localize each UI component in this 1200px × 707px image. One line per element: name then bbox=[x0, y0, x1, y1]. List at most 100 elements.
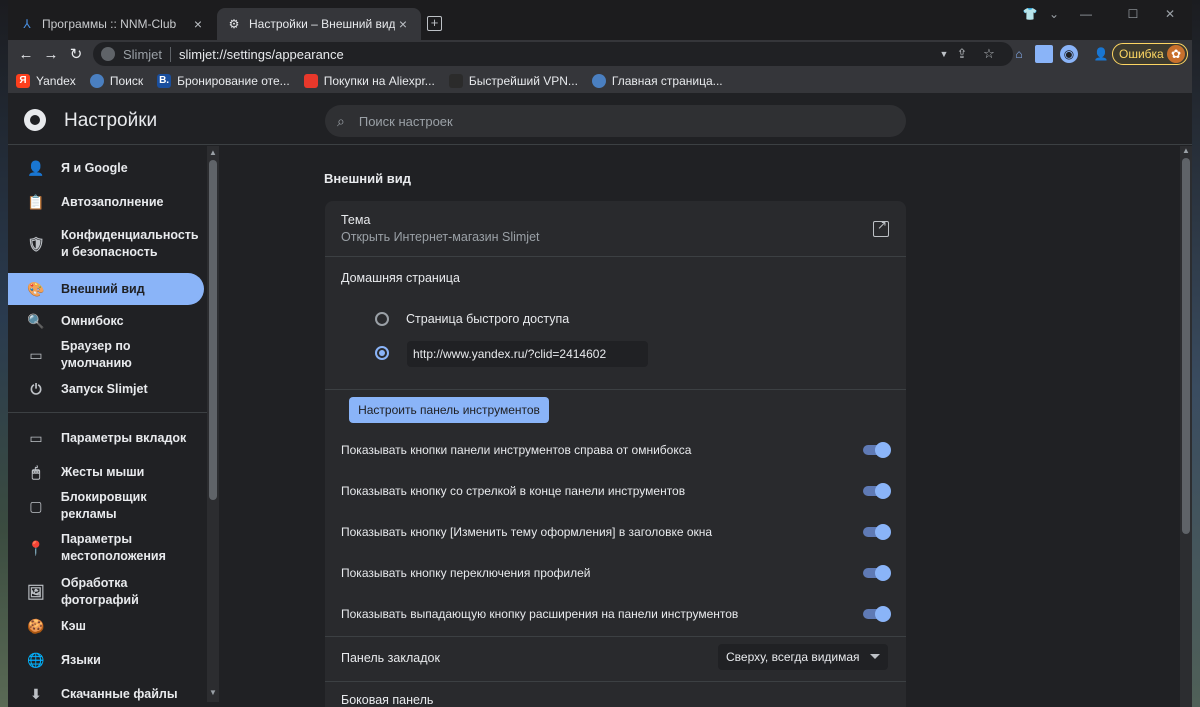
scrollbar-thumb[interactable] bbox=[209, 160, 217, 500]
sidebar-item[interactable]: 🎨 Внешний вид bbox=[8, 273, 204, 305]
reload-button[interactable]: ↻ bbox=[66, 44, 86, 64]
caret-down-icon bbox=[870, 654, 880, 659]
sidebar-item[interactable]: 🌐 Языки bbox=[8, 646, 204, 674]
bookmark-item[interactable]: B. Бронирование оте... bbox=[157, 73, 290, 88]
bookmark-item[interactable]: Быстрейший VPN... bbox=[448, 73, 578, 88]
maximize-button[interactable]: ☐ bbox=[1119, 4, 1147, 24]
extension-icon[interactable]: ◉ bbox=[1060, 45, 1078, 63]
radio-custom-url[interactable] bbox=[375, 346, 389, 360]
bookmark-label: Бронирование оте... bbox=[177, 73, 290, 88]
toggle-label: Показывать кнопки панели инструментов сп… bbox=[341, 443, 692, 457]
sidebar-item[interactable]: 👤 Я и Google bbox=[8, 154, 204, 182]
error-label: Ошибка bbox=[1119, 47, 1164, 61]
forward-button[interactable]: → bbox=[41, 44, 61, 64]
booking-icon: B. bbox=[157, 73, 172, 88]
close-icon[interactable]: × bbox=[395, 16, 411, 32]
bookmark-item[interactable]: Главная страница... bbox=[591, 73, 723, 88]
scroll-up-arrow-icon[interactable]: ▲ bbox=[1180, 146, 1192, 155]
divider bbox=[325, 681, 906, 682]
omnibox[interactable]: Slimjet slimjet://settings/appearance bbox=[93, 42, 1013, 66]
sidebar-item-label: Я и Google bbox=[61, 160, 128, 175]
theme-sub[interactable]: Открыть Интернет-магазин Slimjet bbox=[341, 230, 540, 244]
toggle-switch[interactable] bbox=[863, 565, 891, 581]
window-icon: ▢ bbox=[29, 497, 43, 514]
sidebar-divider bbox=[8, 412, 208, 413]
close-window-button[interactable]: ✕ bbox=[1156, 4, 1184, 24]
gear-icon: ⚙ bbox=[228, 17, 240, 31]
bookmark-label: Yandex bbox=[36, 73, 76, 88]
home-icon[interactable]: ⌂ bbox=[1010, 45, 1028, 63]
bookmark-item[interactable]: Поиск bbox=[89, 73, 144, 88]
sidebar-item[interactable]: 📍 Параметры местоположения bbox=[8, 526, 204, 570]
minimize-button[interactable]: — bbox=[1072, 4, 1100, 24]
error-button[interactable]: Ошибка ✿ bbox=[1112, 43, 1188, 65]
sidebar-item-label: Скачанные файлы bbox=[61, 686, 178, 701]
bookmark-item[interactable]: Покупки на Aliexpr... bbox=[303, 73, 435, 88]
toggle-switch[interactable] bbox=[863, 483, 891, 499]
bookmarks-bar-select[interactable]: Сверху, всегда видимая bbox=[718, 644, 888, 670]
search-input[interactable] bbox=[358, 113, 906, 129]
share-icon[interactable]: ⇪ bbox=[952, 44, 972, 64]
back-button[interactable]: ← bbox=[16, 44, 36, 64]
sidebar-item[interactable]: ▭ Браузер по умолчанию bbox=[8, 339, 204, 370]
desktop-background-right bbox=[1192, 0, 1200, 707]
new-tab-button[interactable]: + bbox=[427, 16, 442, 31]
sidebar-scrollbar[interactable]: ▲ ▼ bbox=[207, 146, 219, 702]
main-scrollbar[interactable]: ▲ bbox=[1180, 146, 1192, 707]
tab-settings[interactable]: ⚙ Настройки – Внешний вид × bbox=[217, 8, 421, 40]
radio-quick-access[interactable] bbox=[375, 312, 389, 326]
bookmark-label: Покупки на Aliexpr... bbox=[323, 73, 435, 88]
sidebar-item[interactable]: 🖼 Обработка фотографий bbox=[8, 576, 204, 607]
external-link-icon[interactable] bbox=[873, 218, 889, 237]
palette-icon: 🎨 bbox=[27, 280, 45, 297]
select-value: Сверху, всегда видимая bbox=[726, 650, 860, 664]
side-panel-icon[interactable] bbox=[1035, 45, 1053, 63]
sidebar-item[interactable]: ⏻ Запуск Slimjet bbox=[8, 375, 204, 403]
sidebar-item[interactable]: ▢ Блокировщик рекламы bbox=[8, 490, 204, 521]
profile-icon[interactable]: 👤 bbox=[1092, 45, 1110, 63]
toggle-switch[interactable] bbox=[863, 606, 891, 622]
sidebar-item-label: Параметры вкладок bbox=[61, 430, 187, 445]
scrollbar-thumb[interactable] bbox=[1182, 158, 1190, 534]
toggle-row: Показывать кнопку со стрелкой в конце па… bbox=[341, 481, 891, 501]
sidebar-item[interactable]: 🛡 Конфиденциальность и безопасность bbox=[8, 222, 204, 266]
sidebar: 👤 Я и Google 📋 Автозаполнение 🛡 Конфиденциаль… bbox=[8, 146, 208, 707]
scroll-up-arrow-icon[interactable]: ▲ bbox=[207, 148, 219, 157]
tab-strip: ⅄ Программы :: NNM-Club × ⚙ Настройки – … bbox=[8, 0, 1192, 40]
tab-nnm-club[interactable]: ⅄ Программы :: NNM-Club × bbox=[10, 8, 216, 40]
url-text[interactable]: slimjet://settings/appearance bbox=[179, 47, 1013, 62]
bookmark-item[interactable]: Я Yandex bbox=[16, 73, 76, 88]
search-icon: ⌕ bbox=[337, 112, 345, 129]
chevron-down-icon[interactable]: ⌄ bbox=[1040, 4, 1068, 24]
settings-search[interactable]: ⌕ bbox=[325, 105, 906, 137]
toggle-switch[interactable] bbox=[863, 524, 891, 540]
sidebar-item[interactable]: 🍪 Кэш bbox=[8, 612, 204, 640]
bookmarks-bar: Я Yandex Поиск B. Бронирование оте... Покупки… bbox=[8, 68, 1192, 94]
section-title: Внешний вид bbox=[324, 171, 411, 186]
close-icon[interactable]: × bbox=[190, 16, 206, 32]
sidebar-item-label: Автозаполнение bbox=[61, 194, 164, 209]
sidebar-item[interactable]: 🖱 Жесты мыши bbox=[8, 458, 204, 486]
globe-icon bbox=[591, 73, 606, 88]
sidebar-item[interactable]: 🔍 Омнибокс bbox=[8, 307, 204, 335]
tab-title: Программы :: NNM-Club bbox=[42, 17, 177, 31]
browser-window: ⅄ Программы :: NNM-Club × ⚙ Настройки – … bbox=[8, 0, 1192, 707]
side-panel-label: Боковая панель bbox=[341, 693, 434, 707]
sidebar-item[interactable]: ▭ Параметры вкладок bbox=[8, 424, 204, 452]
divider bbox=[325, 636, 906, 637]
dropdown-arrow-icon[interactable]: ▼ bbox=[934, 44, 954, 64]
sidebar-item-label: Обработка фотографий bbox=[61, 576, 139, 607]
globe-icon: 🌐 bbox=[27, 651, 45, 668]
sidebar-item[interactable]: 📋 Автозаполнение bbox=[8, 188, 204, 216]
customize-toolbar-button[interactable]: Настроить панель инструментов bbox=[349, 397, 549, 423]
homepage-label: Домашняя страница bbox=[341, 271, 460, 285]
site-icon bbox=[101, 47, 115, 61]
appearance-card: Тема Открыть Интернет-магазин Slimjet До… bbox=[325, 201, 906, 707]
homepage-url-input[interactable] bbox=[407, 341, 648, 367]
bookmark-label: Поиск bbox=[109, 73, 144, 88]
scroll-down-arrow-icon[interactable]: ▼ bbox=[207, 688, 219, 697]
main-content: Внешний вид Тема Открыть Интернет-магази… bbox=[220, 146, 1180, 707]
sidebar-item[interactable]: ⬇ Скачанные файлы bbox=[8, 680, 204, 707]
toggle-switch[interactable] bbox=[863, 442, 891, 458]
bookmark-star-icon[interactable]: ☆ bbox=[979, 44, 999, 64]
